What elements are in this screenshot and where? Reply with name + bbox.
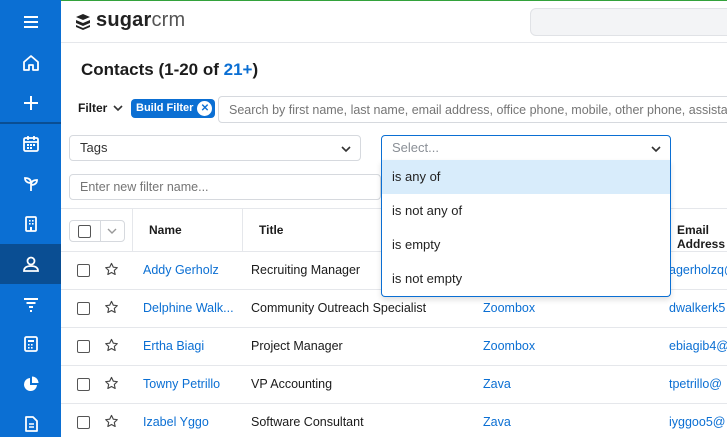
- calculator-icon[interactable]: [0, 324, 61, 364]
- filter-label[interactable]: Filter: [78, 101, 107, 115]
- contact-name-link[interactable]: Izabel Yggo: [143, 415, 243, 429]
- record-count[interactable]: 21+: [224, 60, 253, 79]
- column-divider: [242, 209, 243, 252]
- chevron-down-icon: [341, 146, 351, 153]
- star-icon[interactable]: [104, 376, 119, 391]
- top-bar: sugarcrm: [61, 0, 727, 43]
- account-name-link[interactable]: Zava: [483, 415, 603, 429]
- contact-name-link[interactable]: Delphine Walk...: [143, 301, 243, 315]
- filter-search-input[interactable]: [218, 96, 727, 123]
- table-row: Ertha Biagi Project Manager Zoombox ebia…: [61, 328, 727, 366]
- contact-name-link[interactable]: Addy Gerholz: [143, 263, 243, 277]
- column-divider: [132, 209, 133, 252]
- contact-email-link[interactable]: tpetrillo@: [669, 377, 727, 391]
- contact-email-link[interactable]: ebiagib4@: [669, 339, 727, 353]
- filter-field-select[interactable]: Tags: [69, 135, 361, 161]
- contact-title: Project Manager: [251, 339, 343, 353]
- star-icon[interactable]: [104, 414, 119, 429]
- contact-email-link[interactable]: agerholzq@: [669, 263, 727, 277]
- plus-icon[interactable]: [0, 83, 61, 123]
- column-header-name[interactable]: Name: [149, 223, 182, 237]
- mass-select-control[interactable]: [69, 220, 125, 242]
- star-icon[interactable]: [104, 338, 119, 353]
- option-is-empty[interactable]: is empty: [382, 228, 670, 262]
- column-header-title[interactable]: Title: [259, 223, 283, 237]
- contacts-icon[interactable]: [0, 244, 61, 284]
- contact-name-link[interactable]: Ertha Biagi: [143, 339, 243, 353]
- sugarcrm-logo[interactable]: sugarcrm: [73, 9, 185, 32]
- row-checkbox[interactable]: [77, 302, 90, 315]
- column-header-email[interactable]: Email Address: [677, 223, 727, 251]
- plant-icon[interactable]: [0, 164, 61, 204]
- select-all-checkbox[interactable]: [78, 225, 91, 238]
- contact-title: Community Outreach Specialist: [251, 301, 427, 315]
- account-name-link[interactable]: Zoombox: [483, 339, 603, 353]
- top-accent-line: [61, 0, 727, 1]
- chevron-down-icon[interactable]: [106, 225, 118, 237]
- document-icon[interactable]: [0, 404, 61, 437]
- divider: [100, 221, 101, 241]
- contact-email-link[interactable]: dwalkerk5: [669, 301, 727, 315]
- chevron-down-icon[interactable]: [112, 102, 124, 114]
- building-icon[interactable]: [0, 204, 61, 244]
- star-icon[interactable]: [104, 262, 119, 277]
- table-row: Towny Petrillo VP Accounting Zava tpetri…: [61, 366, 727, 404]
- row-checkbox[interactable]: [77, 340, 90, 353]
- chevron-down-icon: [651, 146, 661, 153]
- account-name-link[interactable]: Zava: [483, 377, 603, 391]
- star-icon[interactable]: [104, 300, 119, 315]
- contact-title: Software Consultant: [251, 415, 364, 429]
- pie-chart-icon[interactable]: [0, 364, 61, 404]
- build-filter-pill[interactable]: Build Filter ✕: [131, 99, 216, 118]
- global-search-input[interactable]: [530, 8, 727, 36]
- calendar-icon[interactable]: [0, 124, 61, 164]
- contact-email-link[interactable]: iyggoo5@: [669, 415, 727, 429]
- funnel-icon[interactable]: [0, 284, 61, 324]
- close-icon[interactable]: ✕: [197, 101, 213, 116]
- operator-dropdown-list: is any of is not any of is empty is not …: [381, 160, 671, 297]
- sugar-cube-icon: [76, 13, 90, 30]
- row-checkbox[interactable]: [77, 416, 90, 429]
- contact-title: VP Accounting: [251, 377, 333, 391]
- filter-name-input[interactable]: [69, 174, 381, 200]
- option-is-any-of[interactable]: is any of: [382, 160, 670, 194]
- table-row: Izabel Yggo Software Consultant Zava iyg…: [61, 404, 727, 437]
- logo-text: sugarcrm: [96, 9, 186, 31]
- contact-name-link[interactable]: Towny Petrillo: [143, 377, 243, 391]
- option-is-not-empty[interactable]: is not empty: [382, 262, 670, 296]
- filter-operator-select[interactable]: Select...: [381, 135, 671, 161]
- account-name-link[interactable]: Zoombox: [483, 301, 603, 315]
- row-checkbox[interactable]: [77, 264, 90, 277]
- home-icon[interactable]: [0, 43, 61, 83]
- sidebar: [0, 0, 61, 437]
- page-title: Contacts (1-20 of 21+): [81, 60, 259, 79]
- menu-icon[interactable]: [0, 2, 61, 42]
- row-checkbox[interactable]: [77, 378, 90, 391]
- option-is-not-any-of[interactable]: is not any of: [382, 194, 670, 228]
